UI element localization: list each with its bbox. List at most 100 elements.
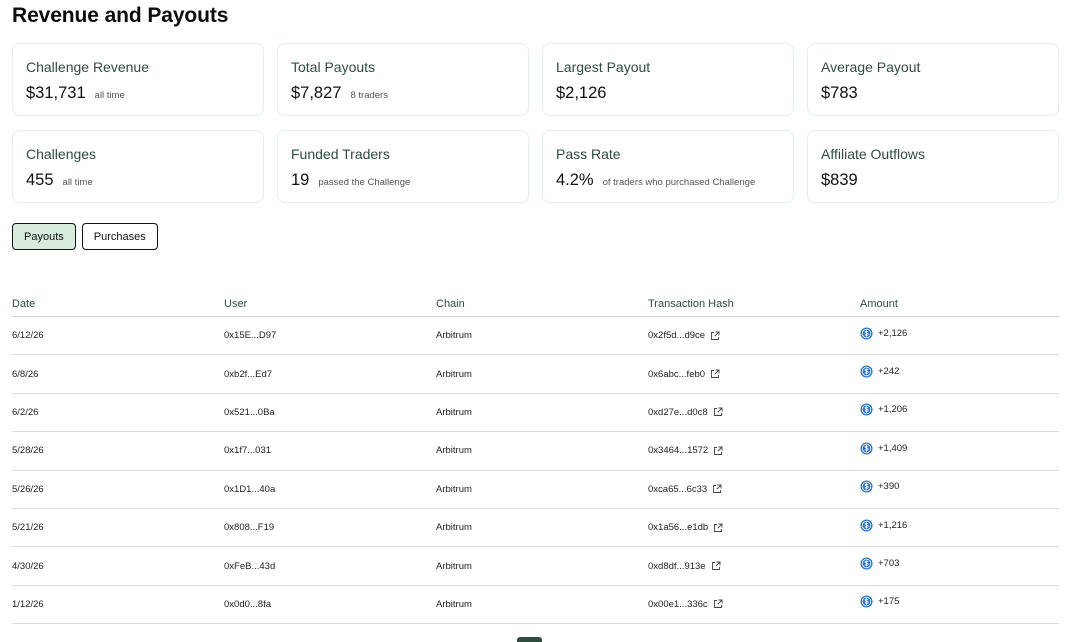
- stat-value: $2,126: [556, 84, 607, 102]
- amount-value: +1,216: [878, 519, 908, 531]
- stat-label: Pass Rate: [556, 146, 621, 162]
- transaction-hash-text: 0x00e1...336c: [648, 598, 708, 610]
- stat-value: $839: [821, 171, 858, 189]
- usdc-coin-icon: [860, 557, 873, 570]
- cell-chain: Arbitrum: [436, 330, 472, 342]
- stat-label: Largest Payout: [556, 59, 651, 75]
- external-link-icon[interactable]: [713, 407, 723, 417]
- transaction-hash-text: 0x2f5d...d9ce: [648, 330, 706, 342]
- cell-chain: Arbitrum: [436, 598, 472, 610]
- stat-value: $31,731: [26, 84, 86, 102]
- stat-label: Affiliate Outflows: [821, 146, 926, 162]
- cell-date: 1/12/26: [12, 598, 44, 610]
- external-link-icon[interactable]: [711, 561, 721, 571]
- stat-card-total-payouts: Total Payouts $7,827 8 traders: [277, 43, 529, 116]
- table-header: Date User Chain Transaction Hash Amount: [12, 292, 1059, 317]
- table-row: 4/30/26 0xFeB...43d Arbitrum 0xd8df...913e +…: [12, 547, 1059, 586]
- cell-amount: +1,216: [860, 519, 1059, 532]
- usdc-coin-icon: [860, 595, 873, 608]
- amount-value: +2,126: [878, 327, 908, 339]
- stat-label: Challenge Revenue: [26, 59, 149, 75]
- payouts-table: Date User Chain Transaction Hash Amount …: [12, 292, 1059, 625]
- cell-amount: +703: [860, 557, 1059, 570]
- stat-card-largest-payout: Largest Payout $2,126: [542, 43, 794, 116]
- table-row: 6/8/26 0xb2f...Ed7 Arbitrum 0x6abc...feb0 +2…: [12, 355, 1059, 394]
- cell-amount: +1,206: [860, 403, 1059, 417]
- cell-user: 0x0d0...8fa: [224, 598, 272, 610]
- tab-payouts[interactable]: Payouts: [12, 223, 76, 250]
- cell-user: 0x1D1...40a: [224, 483, 276, 495]
- stat-card-affiliate-outflows: Affiliate Outflows $839: [807, 130, 1059, 203]
- transaction-hash-text: 0x1a56...e1db: [648, 522, 709, 534]
- amount-value: +1,206: [878, 404, 908, 416]
- stat-value: 4.2%: [556, 171, 594, 189]
- cell-amount: +2,126: [860, 327, 1059, 340]
- table-row: 5/21/26 0x808...F19 Arbitrum 0x1a56...e1db +…: [12, 509, 1059, 548]
- stat-note: all time: [94, 90, 125, 101]
- page-title: Revenue and Payouts: [12, 4, 229, 27]
- cell-transaction-hash: 0xd8df...913e: [648, 561, 860, 572]
- amount-value: +390: [878, 481, 900, 493]
- usdc-coin-icon: [860, 365, 873, 378]
- stat-value: $783: [821, 84, 858, 102]
- column-header-amount: Amount: [860, 298, 898, 310]
- usdc-coin-icon: [860, 480, 873, 493]
- amount-value: +1,409: [878, 442, 908, 454]
- stat-label: Challenges: [26, 146, 97, 162]
- cell-amount: +242: [860, 365, 1059, 378]
- stat-note: of traders who purchased Challenge: [602, 177, 756, 188]
- stat-card-average-payout: Average Payout $783: [807, 43, 1059, 116]
- cell-amount: +175: [860, 595, 1059, 608]
- stat-note: 8 traders: [350, 90, 388, 101]
- table-row: 1/12/26 0x0d0...8fa Arbitrum 0x00e1...336c +…: [12, 586, 1059, 625]
- external-link-icon[interactable]: [712, 484, 722, 494]
- stat-card-pass-rate: Pass Rate 4.2% of traders who purchased C…: [542, 130, 794, 203]
- cell-chain: Arbitrum: [436, 483, 472, 495]
- external-link-icon[interactable]: [713, 523, 723, 533]
- cell-date: 5/26/26: [12, 483, 44, 495]
- table-row: 6/12/26 0x15E...D97 Arbitrum 0x2f5d...d9ce +…: [12, 317, 1059, 356]
- view-tabs: Payouts Purchases: [12, 223, 158, 250]
- pagination-current-page[interactable]: [517, 637, 542, 642]
- transaction-hash-text: 0x3464...1572: [648, 445, 709, 457]
- cell-amount: +1,409: [860, 442, 1059, 455]
- cell-chain: Arbitrum: [436, 560, 472, 572]
- external-link-icon[interactable]: [713, 446, 723, 456]
- amount-value: +242: [878, 366, 900, 378]
- stat-card-funded-traders: Funded Traders 19 passed the Challenge: [277, 130, 529, 203]
- cell-transaction-hash: 0x3464...1572: [648, 445, 860, 456]
- usdc-coin-icon: [860, 519, 873, 532]
- external-link-icon[interactable]: [710, 369, 720, 379]
- cell-chain: Arbitrum: [436, 406, 472, 418]
- stat-label: Funded Traders: [291, 146, 390, 162]
- usdc-coin-icon: [860, 403, 873, 417]
- amount-value: +175: [878, 596, 900, 608]
- cell-chain: Arbitrum: [436, 368, 472, 380]
- cell-chain: Arbitrum: [436, 445, 472, 457]
- cell-user: 0xb2f...Ed7: [224, 368, 273, 380]
- cell-date: 6/2/26: [12, 406, 39, 418]
- cell-user: 0x808...F19: [224, 522, 275, 534]
- stat-note: all time: [62, 177, 93, 188]
- stat-card-challenges: Challenges 455 all time: [12, 130, 264, 203]
- external-link-icon[interactable]: [710, 331, 720, 341]
- cell-user: 0x521...0Ba: [224, 406, 275, 418]
- cell-date: 4/30/26: [12, 560, 44, 572]
- transaction-hash-text: 0x6abc...feb0: [648, 368, 706, 380]
- transaction-hash-text: 0xd27e...d0c8: [648, 406, 708, 418]
- table-body: 6/12/26 0x15E...D97 Arbitrum 0x2f5d...d9ce +…: [12, 317, 1059, 625]
- usdc-coin-icon: [860, 327, 873, 340]
- amount-value: +703: [878, 558, 900, 570]
- table-row: 5/28/26 0x1f7...031 Arbitrum 0x3464...1572 +…: [12, 432, 1059, 471]
- cell-transaction-hash: 0xd27e...d0c8: [648, 407, 860, 418]
- stat-value: $7,827: [291, 84, 342, 102]
- cell-date: 5/21/26: [12, 522, 44, 534]
- transaction-hash-text: 0xca65...6c33: [648, 483, 708, 495]
- cell-transaction-hash: 0x1a56...e1db: [648, 522, 860, 533]
- column-header-date: Date: [12, 298, 36, 310]
- stat-label: Total Payouts: [291, 59, 376, 75]
- tab-purchases[interactable]: Purchases: [81, 223, 158, 250]
- external-link-icon[interactable]: [713, 599, 723, 609]
- column-header-user: User: [224, 298, 248, 310]
- usdc-coin-icon: [860, 442, 873, 455]
